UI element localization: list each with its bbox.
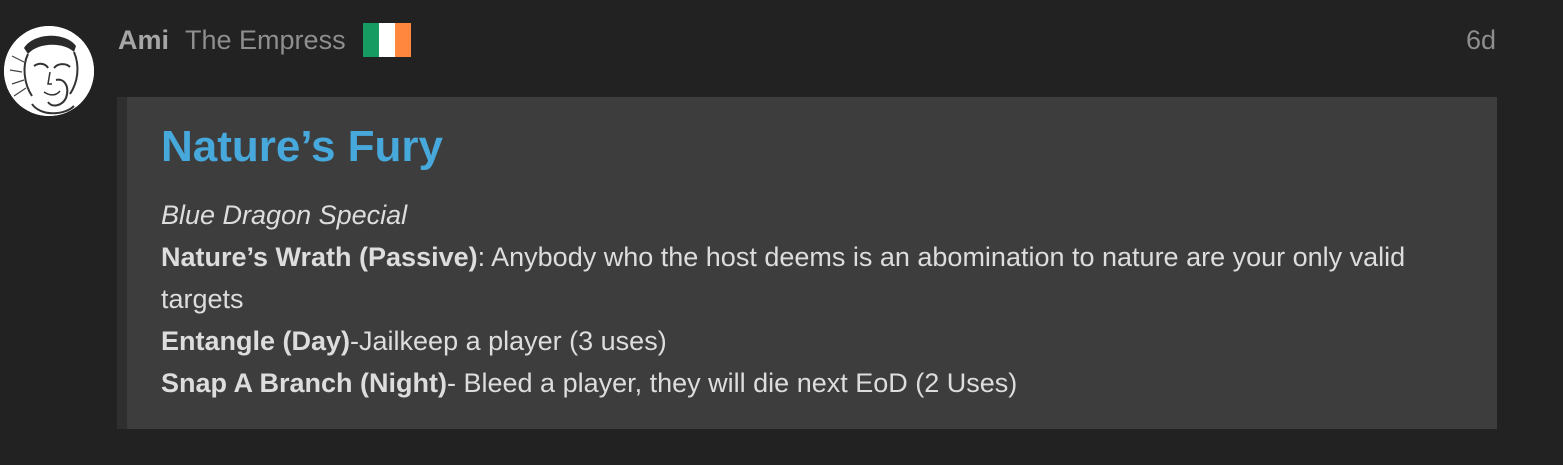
post-date[interactable]: 6d [1466, 25, 1496, 56]
user-title: The Empress [185, 24, 346, 55]
ability-description: Jailkeep a player (3 uses) [359, 326, 667, 356]
quote-subtitle: Blue Dragon Special [161, 200, 408, 230]
quote-title: Nature’s Fury [161, 122, 444, 171]
ireland-flag-icon [362, 23, 411, 57]
ability-line: Nature’s Wrath (Passive): Anybody who th… [161, 236, 1481, 320]
flag-stripe-white [378, 23, 395, 57]
quote-body: Blue Dragon Special Nature’s Wrath (Pass… [161, 194, 1481, 404]
flag-stripe-orange [394, 23, 411, 57]
ability-name: Nature’s Wrath (Passive) [161, 242, 478, 272]
ability-line: Entangle (Day)-Jailkeep a player (3 uses… [161, 320, 1481, 362]
user-avatar[interactable] [4, 26, 94, 116]
avatar-sketch-icon [4, 26, 94, 116]
ability-line: Snap A Branch (Night)- Bleed a player, t… [161, 362, 1481, 404]
username-link[interactable]: Ami [118, 25, 169, 56]
post-quote-block: Nature’s Fury Blue Dragon Special Nature… [117, 97, 1497, 429]
ability-description: Bleed a player, they will die next EoD (… [463, 368, 1018, 398]
post-header: Ami The Empress 6d [118, 22, 1496, 58]
ability-separator: : [477, 242, 492, 272]
ability-separator: - [447, 368, 464, 398]
flag-stripe-green [362, 23, 379, 57]
ability-name: Entangle (Day) [161, 326, 351, 356]
ability-separator: - [350, 326, 360, 356]
ability-name: Snap A Branch (Night) [161, 368, 447, 398]
